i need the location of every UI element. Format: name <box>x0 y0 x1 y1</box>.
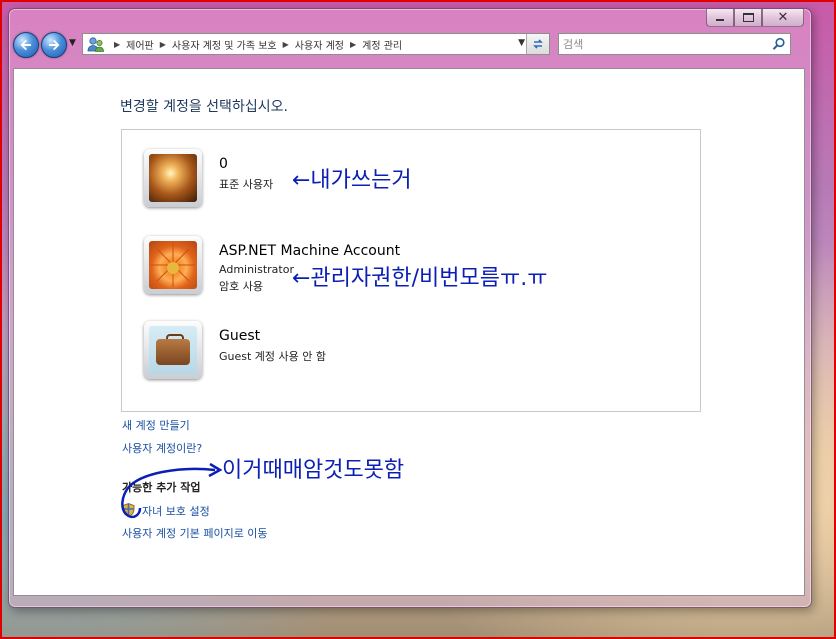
flower-petals <box>151 243 195 287</box>
refresh-icon <box>533 39 543 49</box>
minimize-icon <box>716 19 724 21</box>
account-name: ASP.NET Machine Account <box>219 243 401 259</box>
forward-button[interactable] <box>41 32 67 58</box>
user-accounts-icon <box>87 37 104 52</box>
maximize-button[interactable] <box>734 9 762 27</box>
maximize-icon <box>742 13 754 22</box>
refresh-button[interactable] <box>526 34 549 54</box>
search-input[interactable] <box>563 36 763 52</box>
breadcrumb-item-user-accounts[interactable]: 사용자 계정 <box>295 37 344 52</box>
avatar <box>144 236 202 294</box>
search-icon[interactable] <box>772 37 786 51</box>
account-name: Guest <box>219 328 261 344</box>
account-type: 표준 사용자 <box>219 178 274 191</box>
close-button[interactable]: ✕ <box>762 9 804 27</box>
breadcrumb-separator-icon: ▶ <box>349 40 357 49</box>
avatar <box>144 321 202 379</box>
caption-buttons: ✕ <box>706 9 804 27</box>
page-title: 변경할 계정을 선택하십시오. <box>120 99 288 115</box>
breadcrumb-separator-icon: ▶ <box>159 40 166 49</box>
breadcrumb-item-family-safety[interactable]: 사용자 계정 및 가족 보호 <box>172 37 277 52</box>
annotation-my-account: ←내가쓰는거 <box>292 168 412 193</box>
back-arrow-icon <box>20 39 31 51</box>
account-tile-guest[interactable]: Guest Guest 계정 사용 안 함 <box>122 310 700 388</box>
breadcrumb-item-manage-accounts[interactable]: 계정 관리 <box>362 37 402 52</box>
breadcrumb-separator-icon: ▶ <box>282 40 289 49</box>
close-icon: ✕ <box>777 10 789 25</box>
search-box[interactable] <box>558 33 791 55</box>
what-is-account-link[interactable]: 사용자 계정이란? <box>122 440 202 456</box>
annotation-admin-rights: ←관리자권한/비번모름ㅠ.ㅠ <box>292 266 548 291</box>
password-status: 암호 사용 <box>219 280 263 293</box>
breadcrumb: ▶ 제어판 ▶ 사용자 계정 및 가족 보호 ▶ 사용자 계정 ▶ 계정 관리 <box>108 37 402 52</box>
back-button[interactable] <box>13 32 39 58</box>
recent-pages-dropdown[interactable]: ▼ <box>69 38 76 48</box>
breadcrumb-separator-icon: ▶ <box>114 40 121 49</box>
address-history-dropdown[interactable]: ▼ <box>518 38 525 48</box>
chevron-down-icon: ▼ <box>69 38 76 48</box>
create-account-link[interactable]: 새 계정 만들기 <box>122 417 190 433</box>
suitcase-body <box>156 339 190 365</box>
suitcase-picture <box>149 326 197 374</box>
address-bar[interactable]: ▶ 제어판 ▶ 사용자 계정 및 가족 보호 ▶ 사용자 계정 ▶ 계정 관리 … <box>82 33 550 55</box>
forward-arrow-icon <box>49 39 60 51</box>
breadcrumb-item-control-panel[interactable]: 제어판 <box>126 37 154 52</box>
annotation-blocked: 이거때매암것도못함 <box>222 458 405 483</box>
annotation-arrow-scribble <box>121 462 223 519</box>
account-type: Administrator <box>219 263 294 276</box>
flower-picture <box>149 241 197 289</box>
avatar <box>144 149 202 207</box>
minimize-button[interactable] <box>706 9 734 27</box>
sparks-picture <box>149 154 197 202</box>
account-name: 0 <box>219 156 228 172</box>
account-status: Guest 계정 사용 안 함 <box>219 350 327 363</box>
